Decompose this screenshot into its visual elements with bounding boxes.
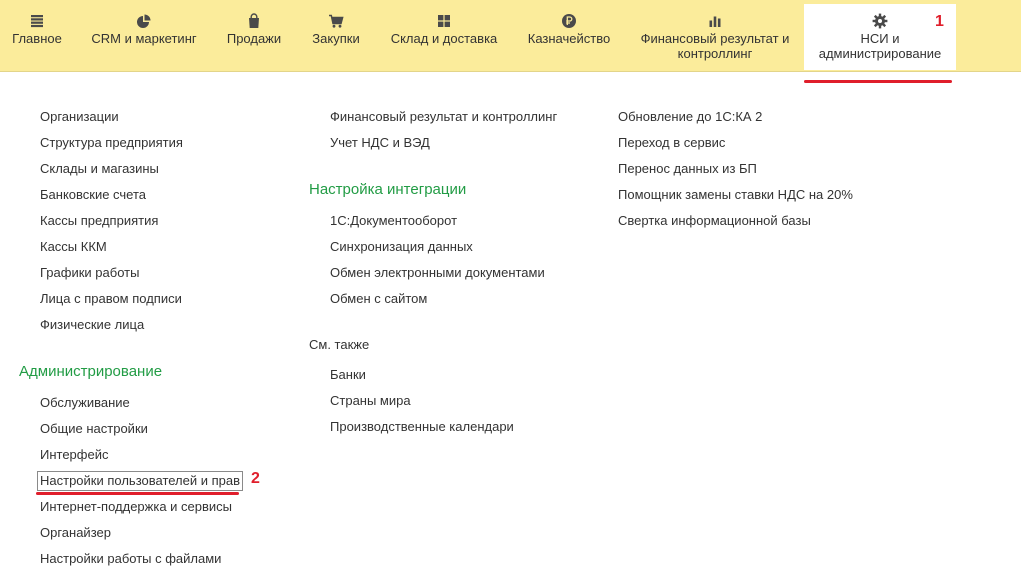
menu-link-signatories[interactable]: Лица с правом подписи bbox=[40, 291, 182, 307]
gear-icon bbox=[872, 13, 888, 29]
menu-link-interface[interactable]: Интерфейс bbox=[40, 447, 108, 463]
section-purchases[interactable]: Закупки bbox=[306, 0, 366, 72]
menu-link-transfer-from-bp[interactable]: Перенос данных из БП bbox=[618, 161, 757, 177]
annotation-number-1: 1 bbox=[935, 13, 944, 30]
group-title-see-also: См. также bbox=[309, 337, 370, 352]
bar-chart-icon bbox=[709, 16, 721, 27]
pie-chart-icon bbox=[137, 14, 151, 28]
menu-link-organizer[interactable]: Органайзер bbox=[40, 525, 111, 541]
menu-link-kkm-cash-desks[interactable]: Кассы ККМ bbox=[40, 239, 107, 255]
menu-link-work-schedules[interactable]: Графики работы bbox=[40, 265, 139, 281]
menu-link-1c-docflow[interactable]: 1С:Документооборот bbox=[330, 213, 457, 229]
menu-link-site-exchange[interactable]: Обмен с сайтом bbox=[330, 291, 427, 307]
section-label: Склад и доставка bbox=[390, 31, 498, 46]
menu-link-general-settings[interactable]: Общие настройки bbox=[40, 421, 148, 437]
section-financial-result[interactable]: Финансовый результат и контроллинг bbox=[636, 0, 794, 72]
section-panel: Главное CRM и маркетинг Продажи Закупки bbox=[0, 0, 1021, 72]
menu-link-enterprise-structure[interactable]: Структура предприятия bbox=[40, 135, 183, 151]
shopping-cart-icon bbox=[329, 14, 344, 28]
menu-link-warehouses-stores[interactable]: Склады и магазины bbox=[40, 161, 159, 177]
section-nsi-admin[interactable]: НСИ и администрирование bbox=[804, 4, 956, 70]
annotation-number-2: 2 bbox=[251, 470, 260, 487]
ruble-coin-icon bbox=[562, 14, 576, 28]
menu-link-update-ka2[interactable]: Обновление до 1С:КА 2 bbox=[618, 109, 762, 125]
menu-link-countries[interactable]: Страны мира bbox=[330, 393, 411, 409]
section-label: НСИ и администрирование bbox=[818, 31, 942, 61]
menu-link-vat-ved[interactable]: Учет НДС и ВЭД bbox=[330, 135, 430, 151]
menu-link-infobase-collapse[interactable]: Свертка информационной базы bbox=[618, 213, 811, 229]
group-title-integration: Настройка интеграции bbox=[309, 181, 467, 198]
section-treasury[interactable]: Казначейство bbox=[522, 0, 616, 72]
menu-link-maintenance[interactable]: Обслуживание bbox=[40, 395, 130, 411]
menu-link-financial-result[interactable]: Финансовый результат и контроллинг bbox=[330, 109, 557, 125]
warehouse-grid-icon bbox=[438, 15, 450, 27]
menu-link-individuals[interactable]: Физические лица bbox=[40, 317, 144, 333]
menu-link-production-calendars[interactable]: Производственные календари bbox=[330, 419, 514, 435]
shopping-bag-icon bbox=[249, 13, 259, 28]
menu-link-move-to-service[interactable]: Переход в сервис bbox=[618, 135, 725, 151]
section-crm[interactable]: CRM и маркетинг bbox=[88, 0, 200, 72]
section-menu: Организации Структура предприятия Склады… bbox=[0, 72, 1021, 577]
menu-link-banks[interactable]: Банки bbox=[330, 367, 366, 383]
menu-link-edi-exchange[interactable]: Обмен электронными документами bbox=[330, 265, 545, 281]
section-label: Продажи bbox=[226, 31, 282, 46]
menu-link-vat-rate-assistant[interactable]: Помощник замены ставки НДС на 20% bbox=[618, 187, 853, 203]
section-label: Главное bbox=[12, 31, 62, 46]
menu-link-cash-desks[interactable]: Кассы предприятия bbox=[40, 213, 158, 229]
group-title-administration: Администрирование bbox=[19, 363, 163, 380]
annotation-underline-2 bbox=[36, 492, 239, 495]
section-main[interactable]: Главное bbox=[6, 0, 68, 72]
menu-link-file-settings[interactable]: Настройки работы с файлами bbox=[40, 551, 221, 567]
section-warehouse[interactable]: Склад и доставка bbox=[386, 0, 502, 72]
menu-link-user-rights-settings[interactable]: Настройки пользователей и прав bbox=[36, 471, 244, 491]
menu-link-bank-accounts[interactable]: Банковские счета bbox=[40, 187, 146, 203]
section-label: Закупки bbox=[312, 31, 360, 46]
section-label: Финансовый результат и контроллинг bbox=[640, 31, 790, 61]
menu-link-internet-support[interactable]: Интернет-поддержка и сервисы bbox=[40, 499, 232, 515]
menu-lines-icon bbox=[31, 15, 43, 28]
menu-link-data-sync[interactable]: Синхронизация данных bbox=[330, 239, 473, 255]
menu-link-organizations[interactable]: Организации bbox=[40, 109, 119, 125]
section-label: Казначейство bbox=[527, 31, 611, 46]
section-sales[interactable]: Продажи bbox=[222, 0, 286, 72]
section-label: CRM и маркетинг bbox=[91, 31, 197, 46]
